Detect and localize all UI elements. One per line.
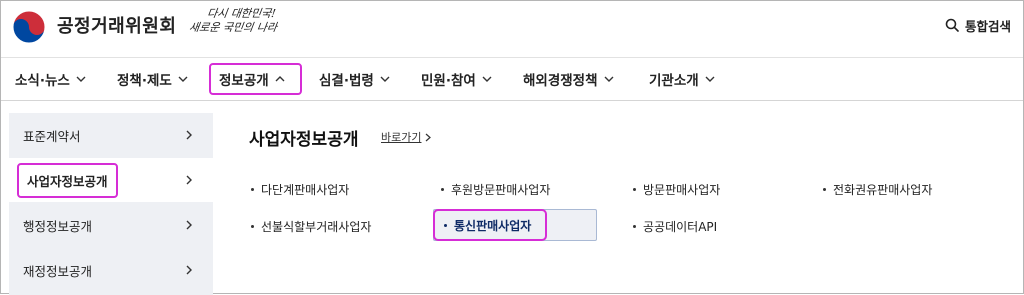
- nav-item-label: 해외경쟁정책: [523, 73, 598, 89]
- sidebar-item-business-info[interactable]: 사업자정보공개: [9, 158, 213, 202]
- link-sponsored-door-sales[interactable]: 후원방문판매사업자: [441, 181, 550, 198]
- bullet-icon: [251, 188, 254, 191]
- sidebar-item-label: 표준계약서: [23, 128, 81, 144]
- main-nav: 소식·뉴스 정책·제도 정보공개 심결·법령 민원·참여 해외경쟁정책 기관소개: [1, 57, 1023, 101]
- goto-label: 바로가기: [381, 131, 422, 144]
- nav-item-overseas-policy[interactable]: 해외경쟁정책: [523, 63, 614, 95]
- link-label: 방문판매사업자: [643, 183, 721, 197]
- link-prepaid-installment[interactable]: 선불식할부거래사업자: [251, 218, 371, 235]
- search-label: 통합검색: [964, 18, 1011, 34]
- sidebar-item-admin-info[interactable]: 행정정보공개: [9, 203, 213, 247]
- sidebar-item-label: 행정정보공개: [23, 218, 93, 234]
- chevron-down-icon: [705, 76, 715, 82]
- goto-link[interactable]: 바로가기: [381, 129, 432, 145]
- sidebar-item-label: 사업자정보공개: [17, 162, 118, 198]
- chevron-right-icon: [426, 133, 432, 141]
- slogan-logo: 다시 대한민국! 새로운 국민의 나라: [188, 7, 281, 47]
- bullet-icon: [633, 225, 636, 228]
- slogan-line-1: 다시 대한민국!: [206, 7, 277, 20]
- link-mail-order-sales-wrapper: 통신판매사업자: [433, 209, 597, 241]
- link-mail-order-sales[interactable]: 통신판매사업자: [433, 209, 547, 241]
- chevron-down-icon: [604, 76, 614, 82]
- nav-item-decisions-laws[interactable]: 심결·법령: [319, 63, 390, 95]
- link-multilevel-sales[interactable]: 다단계판매사업자: [251, 181, 349, 198]
- nav-item-news[interactable]: 소식·뉴스: [15, 63, 86, 95]
- nav-item-about[interactable]: 기관소개: [649, 63, 715, 95]
- chevron-up-icon: [275, 76, 285, 82]
- nav-item-label: 소식·뉴스: [15, 73, 70, 89]
- nav-item-label: 심결·법령: [319, 73, 374, 89]
- page-title: 사업자정보공개: [249, 130, 359, 150]
- sidebar-item-standard-contracts[interactable]: 표준계약서: [9, 113, 213, 157]
- nav-item-civil-participation[interactable]: 민원·참여: [421, 63, 492, 95]
- link-public-data-api[interactable]: 공공데이터API: [633, 218, 717, 235]
- integrated-search-button[interactable]: 통합검색: [945, 15, 1011, 35]
- chevron-down-icon: [482, 76, 492, 82]
- page-frame: 공정거래위원회 다시 대한민국! 새로운 국민의 나라 통합검색 소식·뉴스 정…: [0, 0, 1024, 295]
- bullet-icon: [823, 188, 826, 191]
- chevron-down-icon: [76, 76, 86, 82]
- sidebar: 표준계약서 사업자정보공개 행정정보공개 재정정보공개: [9, 113, 213, 295]
- chevron-right-icon: [186, 265, 192, 275]
- link-label: 다단계판매사업자: [261, 183, 350, 197]
- bullet-icon: [633, 188, 636, 191]
- link-telemarketing-sales[interactable]: 전화권유판매사업자: [823, 181, 932, 198]
- sidebar-item-label: 재정정보공개: [23, 263, 93, 279]
- link-label: 후원방문판매사업자: [451, 183, 551, 197]
- org-name[interactable]: 공정거래위원회: [57, 12, 176, 38]
- link-label: 통신판매사업자: [454, 218, 532, 233]
- nav-item-label: 정보공개: [219, 73, 269, 89]
- chevron-down-icon: [380, 76, 390, 82]
- link-label: 공공데이터API: [643, 220, 718, 234]
- slogan-line-2: 새로운 국민의 나라: [188, 21, 278, 34]
- search-icon: [945, 18, 959, 32]
- nav-item-label: 민원·참여: [421, 73, 476, 89]
- bullet-icon: [251, 225, 254, 228]
- link-label: 전화권유판매사업자: [833, 183, 933, 197]
- nav-item-label: 기관소개: [649, 73, 699, 89]
- bullet-icon: [444, 223, 447, 227]
- bullet-icon: [441, 188, 444, 191]
- chevron-right-icon: [186, 130, 192, 140]
- nav-item-label: 정책·제도: [117, 73, 172, 89]
- taegeuk-logo-icon[interactable]: [11, 9, 47, 45]
- nav-item-info-disclosure[interactable]: 정보공개: [209, 63, 302, 95]
- site-header: 공정거래위원회 다시 대한민국! 새로운 국민의 나라 통합검색: [1, 1, 1023, 57]
- chevron-right-icon: [186, 175, 192, 185]
- sidebar-item-finance-info[interactable]: 재정정보공개: [9, 248, 213, 292]
- chevron-right-icon: [186, 220, 192, 230]
- link-label: 선불식할부거래사업자: [261, 220, 372, 234]
- chevron-down-icon: [178, 76, 188, 82]
- nav-item-policy[interactable]: 정책·제도: [117, 63, 188, 95]
- link-door-to-door-sales[interactable]: 방문판매사업자: [633, 181, 720, 198]
